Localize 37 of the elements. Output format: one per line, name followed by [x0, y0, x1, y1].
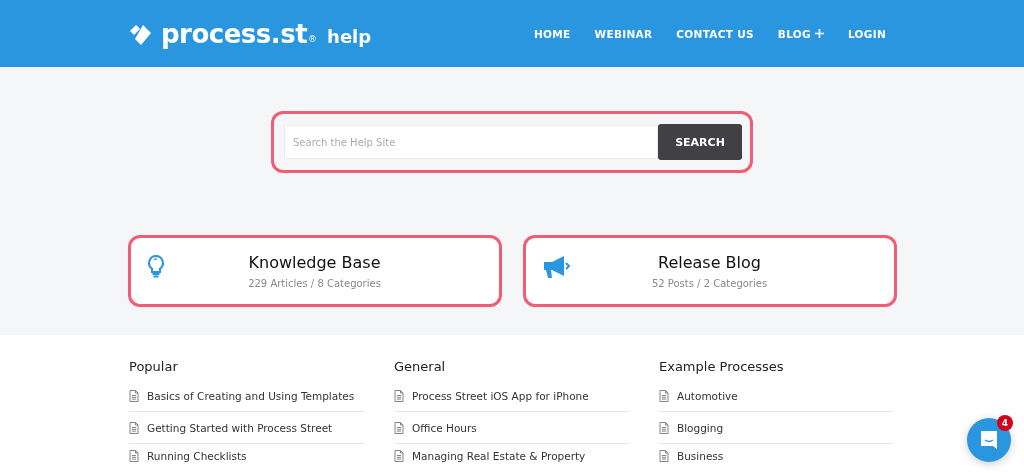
search-button[interactable]: SEARCH	[658, 124, 742, 160]
document-icon	[659, 450, 669, 462]
article-link[interactable]: Process Street iOS App for iPhone	[412, 389, 589, 402]
column-heading: Example Processes	[659, 359, 785, 374]
document-icon	[129, 450, 139, 462]
registered-mark: ®	[308, 34, 318, 44]
card-title: Knowledge Base	[248, 253, 381, 272]
card-meta: 229 Articles / 8 Categories	[248, 278, 381, 289]
megaphone-icon	[541, 254, 572, 280]
article-link[interactable]: Basics of Creating and Using Templates	[147, 389, 355, 402]
document-icon	[129, 389, 139, 402]
lightbulb-icon	[146, 254, 165, 280]
column-heading: Popular	[129, 359, 179, 374]
article-link[interactable]: Business	[677, 450, 724, 462]
document-icon	[659, 389, 669, 402]
logo-suffix: help	[327, 26, 372, 47]
document-icon	[394, 421, 404, 434]
document-icon	[394, 450, 404, 462]
category-card[interactable]: Knowledge Base 229 Articles / 8 Categories	[127, 235, 502, 307]
document-icon	[659, 421, 669, 434]
card-meta: 52 Posts / 2 Categories	[651, 278, 768, 289]
article-link[interactable]: Blogging	[677, 421, 724, 434]
article-link[interactable]: Managing Real Estate & Property	[412, 450, 586, 462]
card-title: Release Blog	[658, 253, 761, 272]
search-field[interactable]: Search the Help Site	[284, 125, 658, 159]
column-heading: General	[394, 359, 447, 374]
logo-text: process.st	[161, 20, 308, 47]
notification-badge: 4	[997, 415, 1013, 431]
category-card[interactable]: Release Blog 52 Posts / 2 Categories	[522, 235, 897, 307]
document-icon	[129, 421, 139, 434]
chat-icon	[978, 429, 1000, 451]
document-icon	[394, 389, 404, 402]
article-link[interactable]: Getting Started with Process Street	[147, 421, 333, 434]
article-link[interactable]: Office Hours	[412, 421, 477, 434]
article-link[interactable]: Running Checklists	[147, 450, 247, 462]
article-link[interactable]: Automotive	[677, 389, 738, 402]
chat-button[interactable]	[967, 418, 1011, 462]
